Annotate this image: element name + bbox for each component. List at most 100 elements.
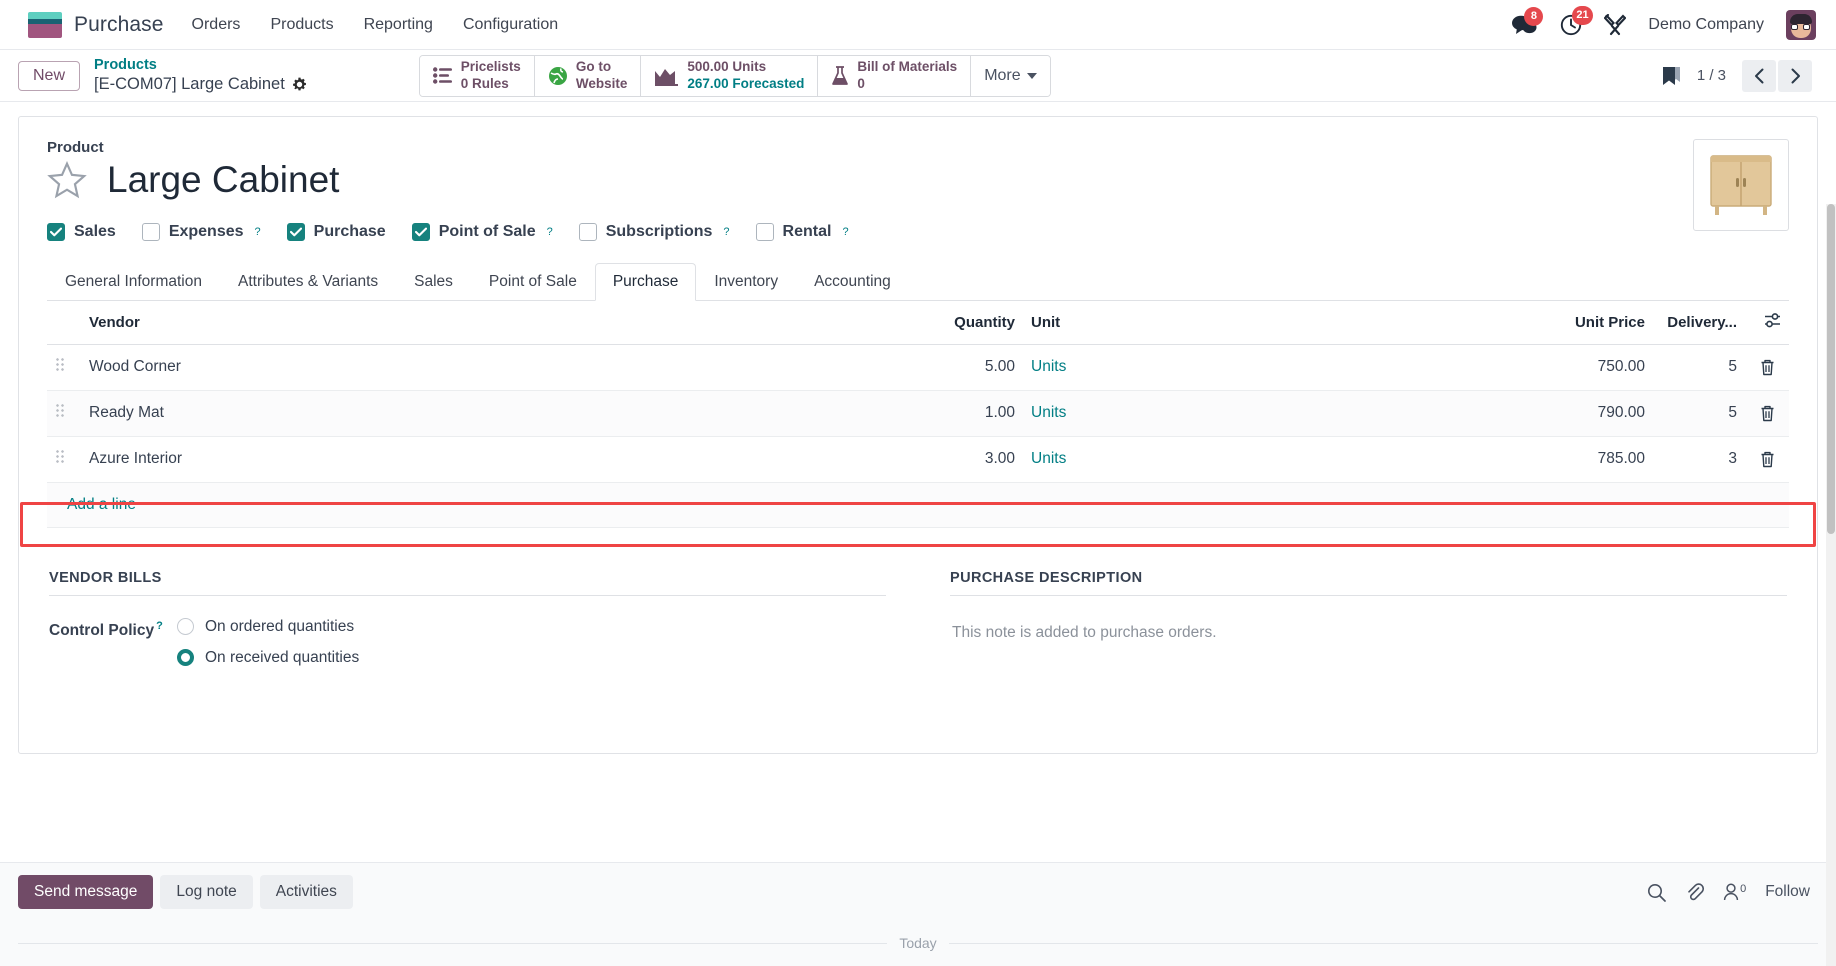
- checkbox-point-of-sale-box[interactable]: [411, 222, 430, 241]
- page-scrollbar[interactable]: [1826, 204, 1836, 966]
- point-of-sale-help-icon[interactable]: ?: [547, 226, 553, 238]
- follow-button[interactable]: Follow: [1765, 883, 1810, 901]
- cell-vendor[interactable]: Wood Corner: [81, 344, 903, 391]
- delete-row-icon[interactable]: [1753, 359, 1781, 376]
- favorite-star-icon[interactable]: [47, 161, 87, 199]
- cell-vendor[interactable]: Ready Mat: [81, 390, 903, 437]
- stat-button-on-hand[interactable]: 500.00 Units 267.00 Forecasted: [641, 55, 819, 96]
- page-title[interactable]: Large Cabinet: [107, 159, 339, 201]
- add-line-row[interactable]: Add a line: [47, 482, 1789, 528]
- new-button[interactable]: New: [18, 60, 81, 91]
- checkbox-subscriptions[interactable]: Subscriptions ?: [578, 222, 730, 241]
- stat-buttons-more-dropdown[interactable]: More: [971, 55, 1050, 96]
- checkbox-point-of-sale[interactable]: Point of Sale ?: [411, 222, 553, 241]
- delete-row-icon[interactable]: [1753, 405, 1781, 422]
- cell-delivery[interactable]: 5: [1653, 344, 1745, 391]
- table-row[interactable]: Azure Interior 3.00 Units 785.00 3: [47, 436, 1789, 483]
- header-unit[interactable]: Unit: [1023, 300, 1523, 345]
- company-switcher[interactable]: Demo Company: [1648, 16, 1764, 34]
- cell-delete[interactable]: [1745, 436, 1789, 483]
- checkbox-purchase-box[interactable]: [286, 222, 305, 241]
- log-note-button[interactable]: Log note: [160, 875, 253, 909]
- stat-button-pricelists[interactable]: Pricelists 0 Rules: [419, 55, 535, 96]
- checkbox-expenses[interactable]: Expenses ?: [141, 222, 261, 241]
- menu-item-reporting[interactable]: Reporting: [362, 12, 435, 38]
- row-drag-handle[interactable]: [47, 390, 81, 437]
- subscriptions-help-icon[interactable]: ?: [723, 226, 729, 238]
- tab-sales[interactable]: Sales: [396, 263, 471, 301]
- cell-quantity[interactable]: 3.00: [903, 436, 1023, 483]
- stat-button-go-to-website[interactable]: Go to Website: [534, 55, 642, 96]
- messages-button[interactable]: 8: [1512, 6, 1544, 35]
- attachments-icon[interactable]: [1685, 882, 1705, 902]
- tab-point-of-sale[interactable]: Point of Sale: [471, 263, 595, 301]
- bookmark-icon[interactable]: [1662, 66, 1681, 86]
- cell-quantity[interactable]: 5.00: [903, 344, 1023, 391]
- app-name[interactable]: Purchase: [74, 13, 164, 37]
- menu-item-products[interactable]: Products: [268, 12, 335, 38]
- cell-quantity[interactable]: 1.00: [903, 390, 1023, 437]
- tab-accounting[interactable]: Accounting: [796, 263, 909, 301]
- pager-next-button[interactable]: [1778, 59, 1812, 92]
- checkbox-sales-box[interactable]: [47, 222, 65, 241]
- cell-unit: Units: [1023, 390, 1523, 437]
- expenses-help-icon[interactable]: ?: [255, 226, 261, 238]
- breadcrumb-parent[interactable]: Products: [94, 56, 307, 74]
- checkbox-sales[interactable]: Sales: [47, 222, 116, 241]
- tab-inventory[interactable]: Inventory: [696, 263, 796, 301]
- product-image[interactable]: [1693, 139, 1789, 231]
- cell-delete[interactable]: [1745, 390, 1789, 437]
- header-quantity[interactable]: Quantity: [903, 300, 1023, 345]
- optional-columns-icon[interactable]: [1764, 312, 1781, 333]
- radio-on-received-dot[interactable]: [177, 649, 194, 667]
- tab-general-information[interactable]: General Information: [47, 263, 220, 301]
- row-drag-handle[interactable]: [47, 344, 81, 391]
- send-message-button[interactable]: Send message: [18, 875, 154, 909]
- cell-unit-link[interactable]: Units: [1031, 358, 1066, 375]
- purchase-description-note[interactable]: This note is added to purchase orders.: [950, 624, 1787, 642]
- tools-button[interactable]: [1604, 13, 1627, 36]
- checkbox-rental[interactable]: Rental ?: [755, 222, 849, 241]
- radio-on-ordered-quantities[interactable]: On ordered quantities: [177, 618, 359, 636]
- tab-purchase[interactable]: Purchase: [594, 262, 697, 301]
- search-messages-icon[interactable]: [1647, 883, 1666, 902]
- activities-button[interactable]: Activities: [259, 875, 353, 909]
- scrollbar-thumb[interactable]: [1827, 204, 1835, 534]
- table-row[interactable]: Ready Mat 1.00 Units 790.00 5: [47, 390, 1789, 437]
- table-row[interactable]: Wood Corner 5.00 Units 750.00 5: [47, 344, 1789, 391]
- add-a-line-button[interactable]: Add a line: [55, 496, 136, 513]
- activities-button[interactable]: 21: [1560, 5, 1593, 36]
- header-delivery[interactable]: Delivery...: [1653, 300, 1745, 345]
- radio-on-received-quantities[interactable]: On received quantities: [177, 649, 359, 667]
- cell-vendor[interactable]: Azure Interior: [81, 436, 903, 483]
- menu-item-configuration[interactable]: Configuration: [461, 12, 560, 38]
- gear-icon[interactable]: [292, 77, 307, 92]
- cell-unit-link[interactable]: Units: [1031, 450, 1066, 467]
- cell-unit-price[interactable]: 785.00: [1523, 436, 1653, 483]
- cell-unit-price[interactable]: 750.00: [1523, 344, 1653, 391]
- radio-on-ordered-dot[interactable]: [177, 618, 194, 636]
- cell-unit-link[interactable]: Units: [1031, 404, 1066, 421]
- checkbox-subscriptions-box[interactable]: [578, 222, 597, 241]
- cell-delete[interactable]: [1745, 344, 1789, 391]
- control-policy-help-icon[interactable]: ?: [156, 620, 163, 632]
- menu-item-orders[interactable]: Orders: [190, 12, 243, 38]
- checkbox-rental-box[interactable]: [755, 222, 774, 241]
- add-line-cell[interactable]: Add a line: [47, 482, 1789, 528]
- stat-button-bill-of-materials[interactable]: Bill of Materials 0: [818, 55, 972, 96]
- header-unit-price[interactable]: Unit Price: [1523, 300, 1653, 345]
- checkbox-expenses-box[interactable]: [141, 222, 160, 241]
- delete-row-icon[interactable]: [1753, 451, 1781, 468]
- followers-icon[interactable]: 0: [1723, 883, 1746, 901]
- header-vendor[interactable]: Vendor: [81, 300, 903, 345]
- row-drag-handle[interactable]: [47, 436, 81, 483]
- pager-previous-button[interactable]: [1742, 59, 1776, 92]
- pager-buttons: [1742, 59, 1812, 92]
- user-avatar[interactable]: [1786, 9, 1816, 40]
- tab-attributes-variants[interactable]: Attributes & Variants: [220, 263, 396, 301]
- cell-delivery[interactable]: 5: [1653, 390, 1745, 437]
- cell-unit-price[interactable]: 790.00: [1523, 390, 1653, 437]
- checkbox-purchase[interactable]: Purchase: [286, 222, 386, 241]
- cell-delivery[interactable]: 3: [1653, 436, 1745, 483]
- rental-help-icon[interactable]: ?: [842, 226, 848, 238]
